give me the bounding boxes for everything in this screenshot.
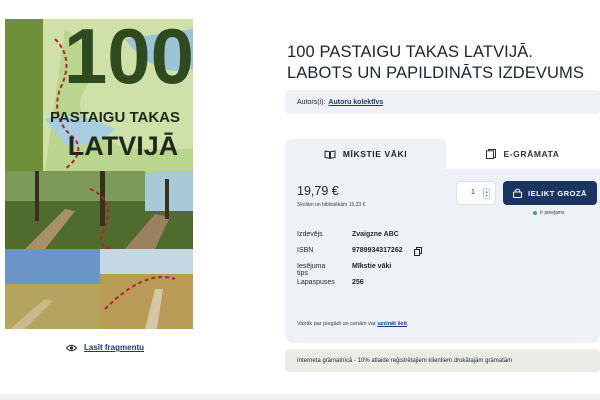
add-to-cart-label: IELIKT GROZĀ xyxy=(528,188,587,198)
page-divider xyxy=(0,394,600,400)
add-to-cart-button[interactable]: IELIKT GROZĀ xyxy=(503,181,597,205)
author-row: Autors(i): Autoru kolektīvs xyxy=(285,90,600,114)
detail-value: Zvaigzne ABC xyxy=(352,231,399,238)
delivery-info: Vairāk par piegādi un cenām var uzzināt … xyxy=(297,321,409,327)
author-link[interactable]: Autoru kolektīvs xyxy=(328,99,383,106)
tablet-icon xyxy=(486,149,497,159)
stock-label: Ir pieejams xyxy=(540,210,565,216)
detail-label: Iesējuma tips xyxy=(297,263,326,277)
tab-ebook-label: E-GRĀMATA xyxy=(503,149,560,159)
tab-paperback-label: MĪKSTIE VĀKI xyxy=(342,149,408,159)
detail-label: ISBN xyxy=(297,247,314,254)
tab-ebook[interactable]: E-GRĀMATA xyxy=(446,139,600,169)
delivery-text: Vairāk par piegādi un cenām var xyxy=(297,321,376,327)
tab-paperback[interactable]: MĪKSTIE VĀKI xyxy=(285,139,446,169)
cover-subtitle: PASTAIGU TAKAS xyxy=(50,109,180,126)
read-fragment-link[interactable]: Lasīt fragmentu xyxy=(66,343,144,352)
price: 19,79 € xyxy=(297,184,339,198)
eye-icon xyxy=(66,344,77,351)
detail-label: Lapaspuses xyxy=(297,279,335,286)
promo-banner: Interneta grāmatnīcā - 10% atlaide reģis… xyxy=(285,349,600,372)
detail-label: Izdevējs xyxy=(297,231,323,238)
cover-map-band xyxy=(5,19,43,171)
book-icon xyxy=(324,149,336,159)
quantity-stepper[interactable]: ▲ ▼ xyxy=(483,188,490,199)
delivery-end: . xyxy=(406,321,409,327)
lock-bag-icon xyxy=(513,188,523,198)
purchase-panel: 19,79 € Skolām un bibliotēkām 15,23 € 1 … xyxy=(285,169,600,343)
quantity-value: 1 xyxy=(471,189,475,196)
stepper-down-icon[interactable]: ▼ xyxy=(485,193,489,198)
read-fragment-label: Lasīt fragmentu xyxy=(84,343,145,352)
author-label: Autors(i): xyxy=(297,98,326,106)
detail-value: Mīkstie vāki xyxy=(352,263,392,270)
stock-dot-icon xyxy=(533,211,537,215)
school-price: Skolām un bibliotēkām 15,23 € xyxy=(297,202,366,208)
book-cover-image[interactable]: 100 PASTAIGU TAKAS LATVIJĀ xyxy=(5,19,193,329)
cover-number: 100 xyxy=(64,19,193,100)
delivery-link[interactable]: uzzināt šeit xyxy=(377,321,407,327)
format-tabs: MĪKSTIE VĀKI E-GRĀMATA xyxy=(285,139,600,169)
detail-value: 256 xyxy=(352,279,364,286)
copy-icon[interactable] xyxy=(414,247,422,256)
quantity-input[interactable]: 1 ▲ ▼ xyxy=(456,181,496,205)
detail-value: 9789934317262 xyxy=(352,247,403,254)
book-title: 100 PASTAIGU TAKAS LATVIJĀ. LABOTS UN PA… xyxy=(287,43,585,82)
promo-text: Interneta grāmatnīcā - 10% atlaide reģis… xyxy=(297,357,513,364)
stock-status: Ir pieejams xyxy=(533,210,564,216)
cover-country: LATVIJĀ xyxy=(68,131,179,161)
